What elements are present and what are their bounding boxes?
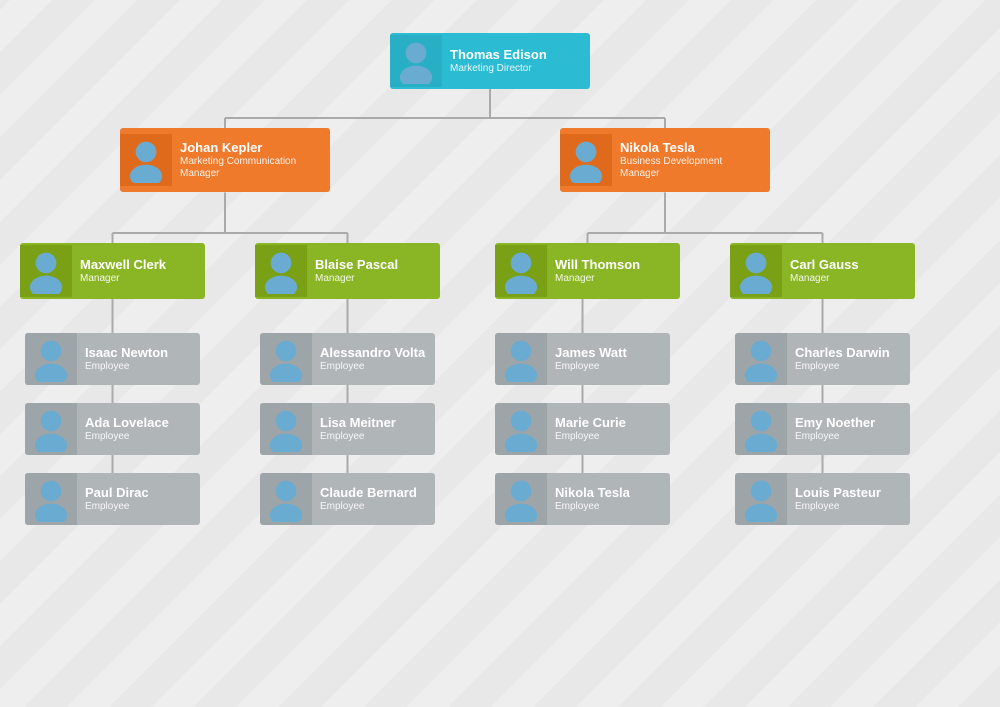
node-e1c: Paul Dirac Employee [25, 473, 200, 525]
avatar-e2b [260, 403, 312, 455]
avatar-ceo [390, 35, 442, 87]
avatar-e3a [495, 333, 547, 385]
avatar-m2 [255, 245, 307, 297]
title-e3a: Employee [555, 361, 662, 373]
name-m2: Blaise Pascal [315, 257, 432, 273]
node-e4a: Charles Darwin Employee [735, 333, 910, 385]
name-e2a: Alessandro Volta [320, 345, 427, 361]
title-e4b: Employee [795, 431, 902, 443]
avatar-e1c [25, 473, 77, 525]
node-e4b: Emy Noether Employee [735, 403, 910, 455]
node-m1: Maxwell Clerk Manager [20, 243, 205, 299]
name-e2c: Claude Bernard [320, 485, 427, 501]
title-e4c: Employee [795, 501, 902, 513]
avatar-e2c [260, 473, 312, 525]
node-m4: Carl Gauss Manager [730, 243, 915, 299]
title-l2_left: Marketing Communication Manager [180, 156, 322, 180]
title-e3b: Employee [555, 431, 662, 443]
node-m3: Will Thomson Manager [495, 243, 680, 299]
page-title [0, 0, 1000, 28]
title-e4a: Employee [795, 361, 902, 373]
avatar-e3b [495, 403, 547, 455]
title-e2a: Employee [320, 361, 427, 373]
avatar-e4b [735, 403, 787, 455]
title-e1a: Employee [85, 361, 192, 373]
title-l2_right: Business Development Manager [620, 156, 762, 180]
node-e2b: Lisa Meitner Employee [260, 403, 435, 455]
avatar-e4a [735, 333, 787, 385]
name-m4: Carl Gauss [790, 257, 907, 273]
title-e1c: Employee [85, 501, 192, 513]
name-e4c: Louis Pasteur [795, 485, 902, 501]
avatar-l2_left [120, 134, 172, 186]
avatar-e1b [25, 403, 77, 455]
node-e2a: Alessandro Volta Employee [260, 333, 435, 385]
name-e1c: Paul Dirac [85, 485, 192, 501]
name-e2b: Lisa Meitner [320, 415, 427, 431]
title-m1: Manager [80, 273, 197, 285]
title-m3: Manager [555, 273, 672, 285]
avatar-e1a [25, 333, 77, 385]
name-l2_left: Johan Kepler [180, 140, 322, 156]
avatar-l2_right [560, 134, 612, 186]
title-m4: Manager [790, 273, 907, 285]
title-ceo: Marketing Director [450, 63, 582, 75]
name-e3c: Nikola Tesla [555, 485, 662, 501]
name-m3: Will Thomson [555, 257, 672, 273]
name-ceo: Thomas Edison [450, 47, 582, 63]
name-e4b: Emy Noether [795, 415, 902, 431]
node-e2c: Claude Bernard Employee [260, 473, 435, 525]
name-e4a: Charles Darwin [795, 345, 902, 361]
name-e1b: Ada Lovelace [85, 415, 192, 431]
title-e1b: Employee [85, 431, 192, 443]
node-ceo: Thomas Edison Marketing Director [390, 33, 590, 89]
node-l2_left: Johan Kepler Marketing Communication Man… [120, 128, 330, 192]
avatar-e4c [735, 473, 787, 525]
name-e1a: Isaac Newton [85, 345, 192, 361]
title-e2c: Employee [320, 501, 427, 513]
node-e4c: Louis Pasteur Employee [735, 473, 910, 525]
avatar-m3 [495, 245, 547, 297]
title-e2b: Employee [320, 431, 427, 443]
avatar-e3c [495, 473, 547, 525]
node-m2: Blaise Pascal Manager [255, 243, 440, 299]
title-m2: Manager [315, 273, 432, 285]
name-e3b: Marie Curie [555, 415, 662, 431]
name-m1: Maxwell Clerk [80, 257, 197, 273]
node-e3b: Marie Curie Employee [495, 403, 670, 455]
name-e3a: James Watt [555, 345, 662, 361]
node-e1b: Ada Lovelace Employee [25, 403, 200, 455]
node-e3c: Nikola Tesla Employee [495, 473, 670, 525]
avatar-m1 [20, 245, 72, 297]
avatar-e2a [260, 333, 312, 385]
node-e3a: James Watt Employee [495, 333, 670, 385]
node-l2_right: Nikola Tesla Business Development Manage… [560, 128, 770, 192]
node-e1a: Isaac Newton Employee [25, 333, 200, 385]
avatar-m4 [730, 245, 782, 297]
name-l2_right: Nikola Tesla [620, 140, 762, 156]
title-e3c: Employee [555, 501, 662, 513]
